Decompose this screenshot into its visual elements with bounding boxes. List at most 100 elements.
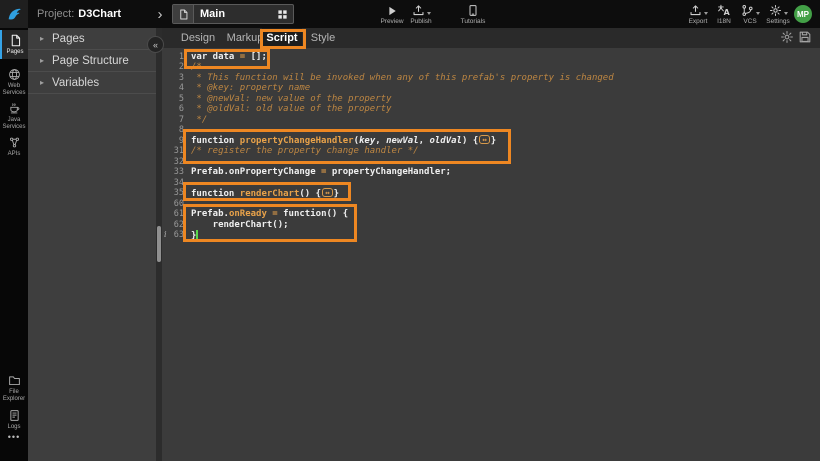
code-line[interactable]: 3 * This function will be invoked when a…: [162, 73, 820, 84]
code-text: function propertyChangeHandler(key, newV…: [191, 135, 496, 146]
file-explorer-icon: [8, 374, 21, 387]
code-line[interactable]: 2/*: [162, 62, 820, 73]
code-line[interactable]: 7 */: [162, 115, 820, 126]
scrollbar-thumb[interactable]: [157, 226, 161, 262]
more-menu-button[interactable]: •••: [0, 428, 28, 445]
code-text: * This function will be invoked when any…: [191, 73, 614, 83]
chevron-down-icon: [784, 12, 788, 15]
line-number[interactable]: 6: [162, 104, 184, 114]
code-line[interactable]: 34: [162, 178, 820, 189]
fold-widget-icon[interactable]: ↔: [479, 135, 490, 144]
tutorials-icon: [467, 3, 479, 17]
editor-settings-gear-icon[interactable]: [780, 30, 794, 44]
code-line[interactable]: 9 function propertyChangeHandler(key, new…: [162, 136, 820, 147]
wavemaker-logo-icon: [6, 6, 23, 23]
code-text: function renderChart() {↔}: [191, 188, 339, 199]
main-area: Design Markup Script Style 1 var data = […: [162, 28, 820, 461]
code-line[interactable]: 33Prefab.onPropertyChange = propertyChan…: [162, 167, 820, 178]
code-line[interactable]: 35 function renderChart() {↔}: [162, 188, 820, 199]
preview-button[interactable]: Preview: [377, 3, 407, 26]
grid-icon[interactable]: [277, 9, 288, 20]
code-line[interactable]: 60: [162, 199, 820, 210]
code-line[interactable]: 6 * @oldVal: old value of the property: [162, 104, 820, 115]
left-icon-rail: Pages Web Services Java Services APIs Fi…: [0, 28, 28, 461]
code-editor[interactable]: 1 var data = [];2/*3 * This function will…: [162, 48, 820, 461]
line-number[interactable]: 62: [162, 220, 184, 230]
sidebar-item-apis[interactable]: APIs: [0, 132, 28, 161]
line-number[interactable]: 35: [162, 188, 184, 198]
line-number[interactable]: 34: [162, 178, 184, 188]
apis-icon: [8, 136, 21, 149]
topbar: Project: D3Chart › Main Preview: [0, 0, 820, 28]
tab-style[interactable]: Style: [306, 28, 340, 48]
panel-row-variables[interactable]: ▸ Variables: [28, 72, 156, 94]
sidebar-item-file-explorer[interactable]: File Explorer: [0, 370, 28, 406]
line-number[interactable]: 2: [162, 62, 184, 72]
line-number[interactable]: 31: [162, 146, 184, 156]
play-icon: [386, 3, 398, 17]
fold-widget-icon[interactable]: ↔: [322, 188, 333, 197]
line-number[interactable]: 61: [162, 209, 184, 219]
code-line[interactable]: 8: [162, 125, 820, 136]
settings-button[interactable]: Settings: [760, 3, 796, 26]
line-number[interactable]: 4: [162, 83, 184, 93]
sidebar-item-web-services[interactable]: Web Services: [0, 64, 28, 100]
editor-tabbar: Design Markup Script Style: [162, 28, 820, 48]
line-number[interactable]: 7: [162, 115, 184, 125]
pages-icon: [9, 34, 22, 47]
line-number[interactable]: 60: [162, 199, 184, 209]
collapsed-arrow-icon: ▸: [40, 56, 44, 65]
publish-button[interactable]: Publish: [404, 3, 438, 26]
code-text: * @key: property name: [191, 83, 310, 93]
collapse-icon: «: [153, 40, 158, 50]
sidebar-item-java-services[interactable]: Java Services: [0, 98, 28, 134]
vcs-branch-icon: [741, 3, 760, 17]
code-line[interactable]: 4 * @key: property name: [162, 83, 820, 94]
tutorials-button[interactable]: Tutorials: [453, 3, 493, 26]
code-text: renderChart();: [191, 220, 289, 230]
line-number[interactable]: 1: [162, 52, 184, 62]
line-number[interactable]: 3: [162, 73, 184, 83]
code-line[interactable]: i63}: [162, 230, 820, 241]
code-line[interactable]: 5 * @newVal: new value of the property: [162, 94, 820, 105]
line-number[interactable]: 8: [162, 125, 184, 135]
chevron-down-icon: [756, 12, 760, 15]
panel-row-page-structure[interactable]: ▸ Page Structure: [28, 50, 156, 72]
panel-row-pages[interactable]: ▸ Pages: [28, 28, 156, 50]
chevron-down-icon: [704, 12, 708, 15]
upload-icon: [412, 3, 431, 17]
page-tab-label: Main: [194, 8, 277, 20]
tab-design[interactable]: Design: [176, 28, 220, 48]
tab-script[interactable]: Script: [262, 28, 302, 48]
code-text: Prefab.onReady = function() {: [191, 209, 348, 219]
pages-panel: ▸ Pages ▸ Page Structure ▸ Variables «: [28, 28, 156, 461]
chevron-right-icon[interactable]: ›: [153, 0, 167, 28]
line-number[interactable]: 32: [162, 157, 184, 167]
code-text: * @newVal: new value of the property: [191, 94, 391, 104]
code-line[interactable]: 31 /* register the property change handle…: [162, 146, 820, 157]
panel-row-label: Variables: [52, 77, 99, 89]
line-number[interactable]: 9: [162, 136, 184, 146]
code-line[interactable]: 61 Prefab.onReady = function() {: [162, 209, 820, 220]
code-text: var data = [];: [191, 52, 267, 62]
save-icon[interactable]: [798, 30, 812, 44]
collapsed-arrow-icon: ▸: [40, 78, 44, 87]
code-line[interactable]: 1 var data = [];: [162, 52, 820, 63]
project-name: D3Chart: [78, 8, 121, 20]
sidebar-item-pages[interactable]: Pages: [0, 30, 28, 59]
gear-icon: [769, 3, 788, 17]
avatar[interactable]: MP: [794, 5, 812, 23]
line-number[interactable]: 33: [162, 167, 184, 177]
wavemaker-logo[interactable]: [0, 0, 28, 28]
svg-text:A: A: [724, 8, 731, 17]
code-line[interactable]: 32: [162, 157, 820, 168]
code-text: /* register the property change handler …: [191, 146, 419, 156]
panel-collapse-button[interactable]: «: [147, 36, 164, 53]
line-number[interactable]: 5: [162, 94, 184, 104]
chevron-down-icon: [427, 12, 431, 15]
code-text: */: [191, 115, 207, 125]
page-tab-main[interactable]: Main: [172, 4, 294, 24]
code-line[interactable]: 62 renderChart();: [162, 220, 820, 231]
i18n-icon: A: [717, 3, 731, 17]
gutter-info-marker-icon: i: [164, 230, 167, 239]
